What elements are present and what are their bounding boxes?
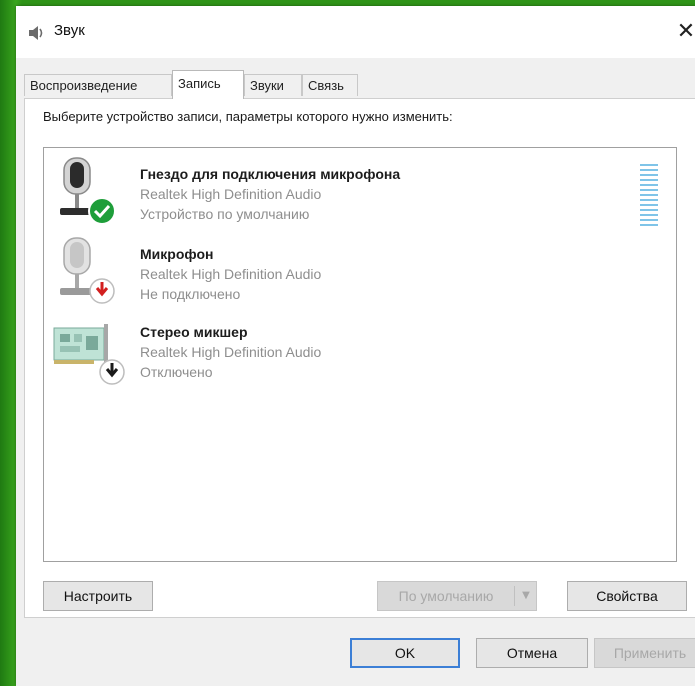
device-status: Устройство по умолчанию — [140, 206, 310, 222]
device-item-mic-jack[interactable]: Гнездо для подключения микрофона Realtek… — [44, 152, 658, 230]
microphone-icon — [60, 237, 115, 304]
disconnected-arrow-icon — [89, 278, 115, 304]
device-status: Не подключено — [140, 286, 241, 302]
device-item-stereo-mix[interactable]: Стерео микшер Realtek High Definition Au… — [44, 310, 624, 388]
device-driver: Realtek High Definition Audio — [140, 266, 322, 282]
recording-device-list[interactable]: Гнездо для подключения микрофона Realtek… — [43, 147, 677, 562]
device-name: Стерео микшер — [140, 324, 248, 340]
tab-communications[interactable]: Связь — [302, 74, 358, 96]
split-divider — [514, 586, 515, 606]
sound-dialog: Звук ✕ Воспроизведение Запись Звуки Связ… — [16, 6, 695, 686]
title-bar: Звук ✕ — [16, 6, 695, 58]
device-status: Отключено — [140, 364, 213, 380]
level-meter — [640, 164, 658, 226]
device-name: Гнездо для подключения микрофона — [140, 166, 401, 182]
disabled-arrow-icon — [99, 359, 125, 385]
properties-button[interactable]: Свойства — [567, 581, 687, 611]
tab-recording[interactable]: Запись — [172, 70, 244, 99]
device-name: Микрофон — [140, 246, 214, 262]
device-driver: Realtek High Definition Audio — [140, 344, 322, 360]
set-default-button[interactable]: По умолчанию ▼ — [377, 581, 537, 611]
ok-button[interactable]: OK — [350, 638, 460, 668]
sound-card-icon — [53, 324, 125, 385]
default-check-icon — [88, 197, 116, 225]
device-item-microphone[interactable]: Микрофон Realtek High Definition Audio Н… — [44, 232, 624, 310]
microphone-icon — [60, 157, 116, 225]
instruction-text: Выберите устройство записи, параметры ко… — [43, 109, 453, 124]
recording-panel: Выберите устройство записи, параметры ко… — [24, 98, 695, 618]
speaker-icon — [29, 26, 43, 40]
window-title: Звук — [54, 22, 85, 39]
set-default-label: По умолчанию — [398, 588, 494, 604]
apply-button[interactable]: Применить — [594, 638, 695, 668]
configure-button[interactable]: Настроить — [43, 581, 153, 611]
cancel-button[interactable]: Отмена — [476, 638, 588, 668]
tab-playback[interactable]: Воспроизведение — [24, 74, 172, 96]
device-driver: Realtek High Definition Audio — [140, 186, 322, 202]
chevron-down-icon[interactable]: ▼ — [516, 582, 536, 610]
close-button[interactable]: ✕ — [666, 6, 695, 54]
tab-sounds[interactable]: Звуки — [244, 74, 302, 96]
